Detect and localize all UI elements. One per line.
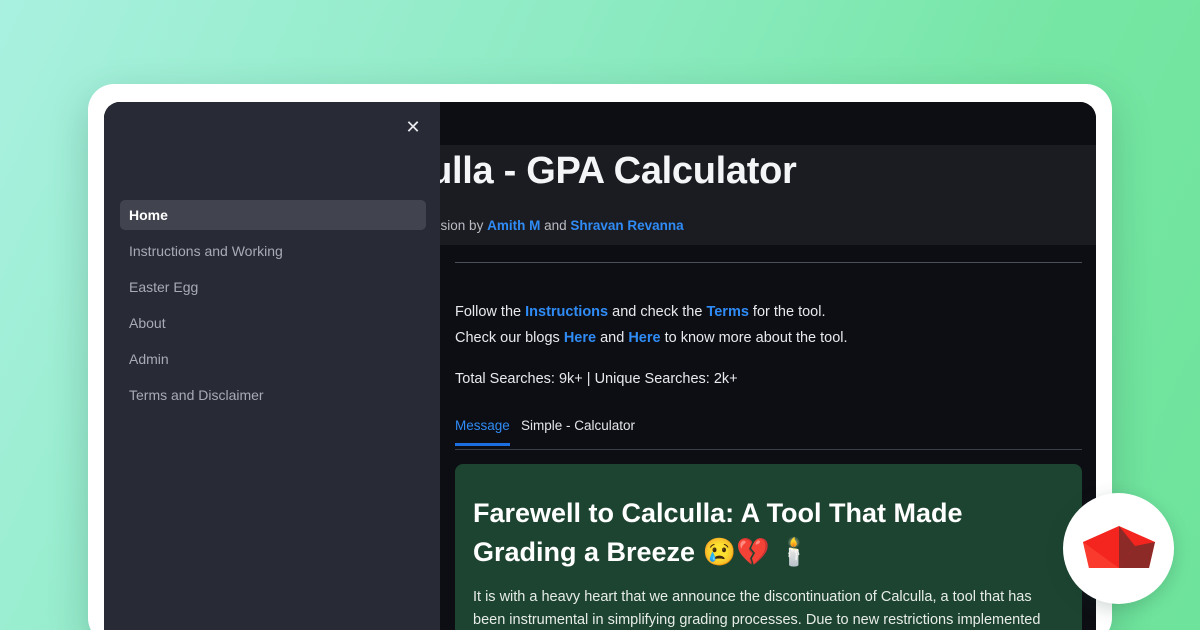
intro-text-2c: to know more about the tool. (660, 330, 848, 346)
nav-list: Home Instructions and Working Easter Egg… (120, 200, 426, 416)
blogs-line: Check our blogs Here and Here to know mo… (455, 330, 848, 346)
tab-simple-calculator[interactable]: Simple - Calculator (521, 418, 635, 443)
intro-text-2b: and (596, 330, 629, 346)
tab-bar: Message Simple - Calculator (455, 418, 1082, 450)
sidebar-item-easter-egg[interactable]: Easter Egg (120, 272, 426, 302)
close-icon[interactable]: ✕ (398, 112, 428, 142)
terms-link[interactable]: Terms (706, 304, 748, 320)
sidebar-item-label: Instructions and Working (129, 243, 283, 259)
author-link-amith[interactable]: Amith M (487, 218, 540, 233)
author-link-shravan[interactable]: Shravan Revanna (570, 218, 683, 233)
intro-text-2a: Check our blogs (455, 330, 564, 346)
blog-link-one[interactable]: Here (564, 330, 596, 346)
sidebar-item-instructions[interactable]: Instructions and Working (120, 236, 426, 266)
sidebar-item-label: Admin (129, 351, 169, 367)
navigation-drawer: ✕ Home Instructions and Working Easter E… (104, 102, 440, 630)
intro-text-1b: and check the (608, 304, 707, 320)
crown-glyph (1082, 525, 1155, 568)
sidebar-item-home[interactable]: Home (120, 200, 426, 230)
sidebar-item-label: About (129, 315, 166, 331)
sidebar-item-label: Terms and Disclaimer (129, 387, 264, 403)
announcement-heading: Farewell to Calculla: A Tool That Made G… (473, 498, 963, 568)
instructions-line: Follow the Instructions and check the Te… (455, 304, 825, 320)
search-stats: Total Searches: 9k+ | Unique Searches: 2… (455, 371, 738, 387)
announcement-card: Farewell to Calculla: A Tool That Made G… (455, 464, 1082, 630)
sidebar-item-terms[interactable]: Terms and Disclaimer (120, 380, 426, 410)
sidebar-item-about[interactable]: About (120, 308, 426, 338)
blog-link-two[interactable]: Here (628, 330, 660, 346)
browser-window: Calculla - GPA Calculator Made with Pass… (104, 102, 1096, 630)
sidebar-item-admin[interactable]: Admin (120, 344, 426, 374)
instructions-link[interactable]: Instructions (525, 304, 608, 320)
intro-text-1a: Follow the (455, 304, 526, 320)
byline-middle: and (540, 218, 571, 233)
sidebar-item-label: Easter Egg (129, 279, 199, 295)
horizontal-divider (455, 262, 1082, 263)
red-crown-origami-icon[interactable] (1063, 493, 1174, 604)
intro-text-1c: for the tool. (748, 304, 826, 320)
sidebar-item-label: Home (129, 207, 168, 223)
announcement-body: It is with a heavy heart that we announc… (473, 589, 1041, 628)
tab-message[interactable]: Message (455, 418, 510, 446)
